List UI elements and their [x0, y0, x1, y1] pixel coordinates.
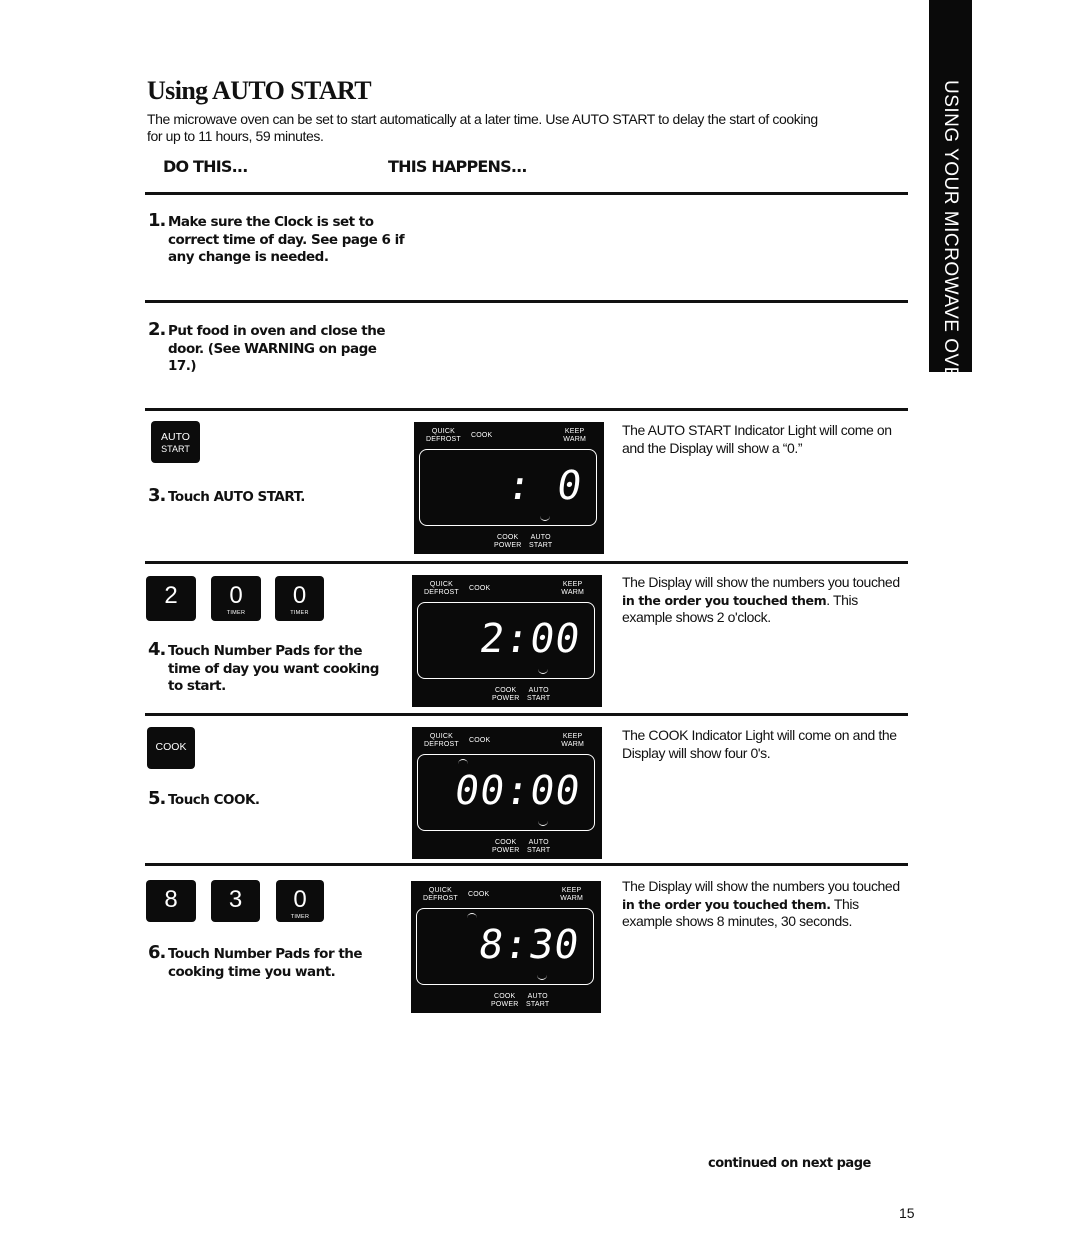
indicator-keep-warm: KEEP WARM: [561, 733, 584, 748]
key-label: COOK: [155, 741, 187, 753]
indicator-cook: COOK: [469, 737, 491, 744]
cook-key[interactable]: COOK: [147, 727, 195, 769]
column-header-this-happens: THIS HAPPENS...: [388, 157, 527, 176]
divider: [145, 713, 908, 716]
key-label: START: [161, 444, 190, 454]
step-text: Put food in oven and close the door. (Se…: [168, 323, 386, 374]
key-label: AUTO: [161, 431, 190, 443]
indicator-keep-warm: KEEP WARM: [563, 428, 586, 443]
indicator-cook: COOK: [471, 432, 493, 439]
auto-start-indicator-icon: [537, 974, 547, 980]
indicator-quick-defrost: QUICK DEFROST: [424, 733, 459, 748]
section-side-tab: USING YOUR MICROWAVE OVEN: [929, 0, 972, 394]
oven-display-panel: QUICK DEFROST COOK KEEP WARM 00:00 COOK POW…: [412, 727, 602, 859]
auto-start-key[interactable]: AUTO START: [151, 421, 200, 463]
number-pad-0-timer[interactable]: 0 TIMER: [276, 880, 324, 922]
step-number: 5.: [148, 788, 166, 809]
cook-indicator-icon: [467, 913, 477, 919]
step-number: 4.: [148, 639, 166, 660]
step-text: Touch Number Pads for the cooking time y…: [168, 946, 363, 980]
indicator-cook: COOK: [469, 585, 491, 592]
indicator-keep-warm: KEEP WARM: [560, 887, 583, 902]
key-sub-label: TIMER: [290, 610, 309, 616]
oven-display-panel: QUICK DEFROST COOK KEEP WARM : 0 COOK POWER…: [414, 422, 604, 554]
indicator-cook-power: COOK POWER: [494, 534, 522, 549]
continued-note: continued on next page: [708, 1156, 871, 1171]
intro-paragraph: The microwave oven can be set to start a…: [147, 111, 818, 144]
page-title: Using AUTO START: [147, 76, 372, 105]
display-readout: : 0: [478, 463, 586, 509]
number-pad-2[interactable]: 2: [146, 576, 196, 621]
display-screen: 00:00: [417, 754, 595, 831]
indicator-cook-power: COOK POWER: [492, 687, 520, 702]
divider: [145, 863, 908, 866]
display-readout: 8:30: [475, 922, 583, 968]
step-5: 5. Touch COOK.: [148, 788, 348, 810]
indicator-quick-defrost: QUICK DEFROST: [424, 581, 459, 596]
indicator-auto-start: AUTO START: [527, 839, 551, 854]
step-6-description: The Display will show the numbers you to…: [622, 878, 900, 929]
key-digit: 0: [229, 582, 243, 609]
auto-start-indicator-icon: [538, 668, 548, 674]
divider: [145, 561, 908, 564]
key-sub-label: TIMER: [226, 610, 246, 616]
key-digit: 3: [228, 886, 243, 913]
number-pad-0-timer[interactable]: 0 TIMER: [211, 576, 261, 621]
oven-display-panel: QUICK DEFROST COOK KEEP WARM 2:00 COOK POWE…: [412, 575, 602, 707]
display-screen: 2:00: [417, 602, 595, 679]
step-4-description: The Display will show the numbers you to…: [622, 574, 900, 625]
divider: [145, 408, 908, 411]
number-pad-0-timer[interactable]: 0 TIMER: [275, 576, 324, 621]
step-text: Touch COOK.: [168, 792, 260, 808]
indicator-cook-power: COOK POWER: [492, 839, 520, 854]
step-number: 1.: [148, 210, 166, 231]
key-digit: 0: [293, 886, 307, 913]
step-number: 6.: [148, 942, 166, 963]
column-header-do-this: DO THIS...: [163, 157, 248, 176]
number-pad-3[interactable]: 3: [211, 880, 260, 922]
display-readout: 2:00: [476, 616, 584, 662]
indicator-cook: COOK: [468, 891, 490, 898]
page-number: 15: [899, 1205, 915, 1221]
key-digit: 8: [164, 886, 178, 913]
auto-start-indicator-icon: [540, 515, 550, 521]
cook-indicator-icon: [458, 759, 468, 765]
step-number: 3.: [148, 485, 166, 506]
step-text: Make sure the Clock is set to correct ti…: [168, 214, 405, 265]
step-3-description: The AUTO START Indicator Light will come…: [622, 422, 892, 456]
step-text: Touch Number Pads for the time of day yo…: [168, 643, 379, 694]
indicator-quick-defrost: QUICK DEFROST: [426, 428, 461, 443]
step-1: 1. Make sure the Clock is set to correct…: [148, 210, 428, 267]
display-screen: 8:30: [416, 908, 594, 985]
indicator-auto-start: AUTO START: [526, 993, 550, 1008]
step-2: 2. Put food in oven and close the door. …: [148, 319, 398, 376]
key-digit: 0: [292, 582, 307, 609]
step-number: 2.: [148, 319, 166, 340]
display-readout: 00:00: [451, 768, 584, 814]
auto-start-indicator-icon: [538, 820, 548, 826]
side-tab-label: USING YOUR MICROWAVE OVEN: [940, 80, 961, 395]
indicator-cook-power: COOK POWER: [491, 993, 519, 1008]
step-6: 6. Touch Number Pads for the cooking tim…: [148, 942, 398, 981]
indicator-quick-defrost: QUICK DEFROST: [423, 887, 458, 902]
indicator-keep-warm: KEEP WARM: [561, 581, 584, 596]
step-3: 3. Touch AUTO START.: [148, 485, 398, 507]
key-sub-label: TIMER: [290, 914, 310, 920]
divider: [145, 192, 908, 195]
indicator-auto-start: AUTO START: [529, 534, 553, 549]
step-5-description: The COOK Indicator Light will come on an…: [622, 727, 897, 761]
divider: [145, 300, 908, 303]
step-4: 4. Touch Number Pads for the time of day…: [148, 639, 388, 696]
display-screen: : 0: [419, 449, 597, 526]
step-text: Touch AUTO START.: [168, 489, 305, 505]
oven-display-panel: QUICK DEFROST COOK KEEP WARM 8:30 COOK POWE…: [411, 881, 601, 1013]
key-digit: 2: [164, 582, 178, 609]
number-pad-8[interactable]: 8: [146, 880, 196, 922]
indicator-auto-start: AUTO START: [527, 687, 551, 702]
